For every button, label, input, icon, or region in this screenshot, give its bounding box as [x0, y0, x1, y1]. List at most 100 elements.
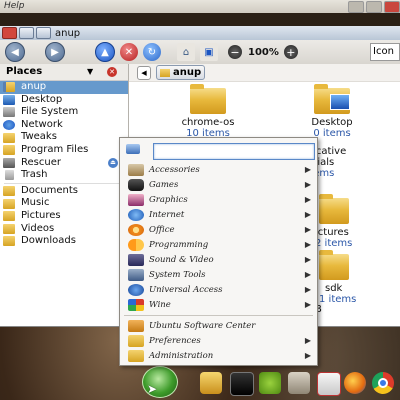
- sidebar-item-label: File System: [21, 106, 79, 118]
- stop-button[interactable]: ✕: [120, 43, 138, 61]
- nvidia-settings-launcher-icon[interactable]: [259, 372, 281, 394]
- file-item-desktop[interactable]: Desktop 0 items: [287, 84, 377, 139]
- submenu-arrow-icon: ▶: [304, 225, 311, 234]
- programming-icon: [128, 238, 144, 251]
- file-name: sdk: [325, 283, 343, 294]
- sound-video-icon: [128, 253, 144, 266]
- chrome-launcher-icon[interactable]: [372, 372, 394, 394]
- submenu-arrow-icon: ▶: [304, 165, 311, 174]
- window-title: anup: [55, 27, 81, 39]
- sidebar-item-videos[interactable]: Videos: [0, 223, 128, 236]
- submenu-arrow-icon: ▶: [304, 285, 311, 294]
- sidebar-item-anup[interactable]: anup: [0, 81, 128, 94]
- menu-item-preferences[interactable]: Preferences ▶: [120, 333, 317, 348]
- sidebar-item-documents[interactable]: Documents: [0, 185, 128, 198]
- view-mode-select[interactable]: Icon: [370, 43, 400, 61]
- menu-item-label: Sound & Video: [149, 254, 214, 265]
- menu-item-system-tools[interactable]: System Tools ▶: [120, 267, 317, 282]
- sidebar-item-desktop[interactable]: Desktop: [0, 94, 128, 107]
- menu-item-wine[interactable]: Wine ▶: [120, 297, 317, 312]
- background-window-controls: [348, 1, 400, 13]
- menu-item-office[interactable]: Office ▶: [120, 222, 317, 237]
- forward-button[interactable]: ▶: [45, 42, 65, 62]
- sidebar-item-tweaks[interactable]: Tweaks: [0, 131, 128, 144]
- sidebar-item-trash[interactable]: Trash: [0, 169, 128, 182]
- sidebar-item-program-files[interactable]: Program Files: [0, 144, 128, 157]
- sidebar-item-downloads[interactable]: Downloads: [0, 235, 128, 248]
- help-menu[interactable]: Help: [4, 1, 25, 11]
- menu-item-sound-video[interactable]: Sound & Video ▶: [120, 252, 317, 267]
- menu-item-accessories[interactable]: Accessories ▶: [120, 162, 317, 177]
- minimize-icon[interactable]: [348, 1, 364, 13]
- main-toolbar: ◀ ▶ ▲ ✕ ↻ ⌂ ▣ − 100% + Icon: [0, 40, 400, 65]
- window-close-button[interactable]: [2, 27, 17, 39]
- sidebar-title: Places: [6, 66, 43, 77]
- sidebar-divider: [4, 182, 124, 184]
- window-maximize-button[interactable]: [36, 27, 51, 39]
- firefox-launcher-icon[interactable]: [344, 372, 366, 394]
- menu-item-label: Wine: [149, 299, 171, 310]
- file-item-sdk[interactable]: sdk 1 items: [315, 250, 375, 305]
- up-button[interactable]: ▲: [95, 42, 115, 62]
- file-item-chrome-os[interactable]: chrome-os 10 items: [163, 84, 253, 139]
- computer-button[interactable]: ▣: [200, 43, 218, 61]
- file-name: chrome-os: [181, 117, 235, 128]
- sidebar-item-music[interactable]: Music: [0, 197, 128, 210]
- window-titlebar[interactable]: anup: [0, 26, 400, 40]
- home-button[interactable]: ⌂: [177, 43, 195, 61]
- zoom-out-button[interactable]: −: [228, 45, 242, 59]
- software-center-icon: [128, 319, 144, 332]
- submenu-arrow-icon: ▶: [304, 210, 311, 219]
- sidebar-item-pictures[interactable]: Pictures: [0, 210, 128, 223]
- pdf-viewer-launcher-icon[interactable]: [317, 372, 341, 396]
- internet-icon: [128, 208, 144, 221]
- sidebar-item-label: Tweaks: [21, 131, 57, 143]
- submenu-arrow-icon: ▶: [304, 240, 311, 249]
- eject-icon[interactable]: ⏏: [108, 157, 118, 168]
- menu-item-internet[interactable]: Internet ▶: [120, 207, 317, 222]
- menu-item-administration[interactable]: Administration ▶: [120, 348, 317, 363]
- system-tools-launcher-icon[interactable]: [288, 372, 310, 394]
- chevron-down-icon[interactable]: ▼: [87, 64, 93, 80]
- sidebar-item-label: Music: [21, 197, 50, 209]
- menu-item-programming[interactable]: Programming ▶: [120, 237, 317, 252]
- menu-separator: [124, 315, 313, 316]
- file-item-partial[interactable]: B: [315, 304, 375, 315]
- path-button-anup[interactable]: anup: [156, 65, 206, 80]
- menu-item-label: System Tools: [149, 269, 206, 280]
- menu-search-row: [120, 138, 317, 160]
- submenu-arrow-icon: ▶: [304, 180, 311, 189]
- file-item-pictures[interactable]: ictures 2 items: [315, 194, 375, 249]
- menu-item-label: Accessories: [149, 164, 200, 175]
- menu-item-ubuntu-software-center[interactable]: Ubuntu Software Center: [120, 318, 317, 333]
- menu-item-graphics[interactable]: Graphics ▶: [120, 192, 317, 207]
- terminal-launcher-icon[interactable]: [230, 372, 254, 396]
- menu-item-games[interactable]: Games ▶: [120, 177, 317, 192]
- close-icon[interactable]: [384, 1, 400, 13]
- administration-icon: [128, 349, 144, 362]
- window-minimize-button[interactable]: [19, 27, 34, 39]
- games-icon: [128, 178, 144, 191]
- zoom-in-button[interactable]: +: [283, 45, 298, 59]
- sidebar-item-label: Downloads: [21, 235, 76, 247]
- disk-icon: [3, 107, 15, 118]
- sidebar-item-file-system[interactable]: File System: [0, 106, 128, 119]
- sidebar-item-network[interactable]: Network: [0, 119, 128, 132]
- path-left-arrow-icon[interactable]: ◀: [137, 65, 151, 80]
- search-input[interactable]: [153, 143, 315, 160]
- path-button-label: anup: [173, 67, 202, 78]
- sidebar-item-rescuer[interactable]: Rescuer ⏏: [0, 157, 128, 170]
- system-tools-icon: [128, 268, 144, 281]
- places-sidebar: Places ▼ ✕ anup Desktop File System Netw…: [0, 64, 129, 326]
- sidebar-item-label: Trash: [21, 169, 48, 181]
- maximize-icon[interactable]: [366, 1, 382, 13]
- menu-item-universal-access[interactable]: Universal Access ▶: [120, 282, 317, 297]
- applications-menu: Accessories ▶ Games ▶ Graphics ▶ Interne…: [119, 137, 318, 366]
- submenu-arrow-icon: ▶: [304, 195, 311, 204]
- sidebar-item-label: Pictures: [21, 209, 61, 221]
- back-button[interactable]: ◀: [5, 42, 25, 62]
- reload-button[interactable]: ↻: [143, 43, 161, 61]
- home-folder-launcher-icon[interactable]: [200, 372, 222, 394]
- sidebar-close-icon[interactable]: ✕: [107, 67, 117, 77]
- folder-icon: [3, 211, 15, 222]
